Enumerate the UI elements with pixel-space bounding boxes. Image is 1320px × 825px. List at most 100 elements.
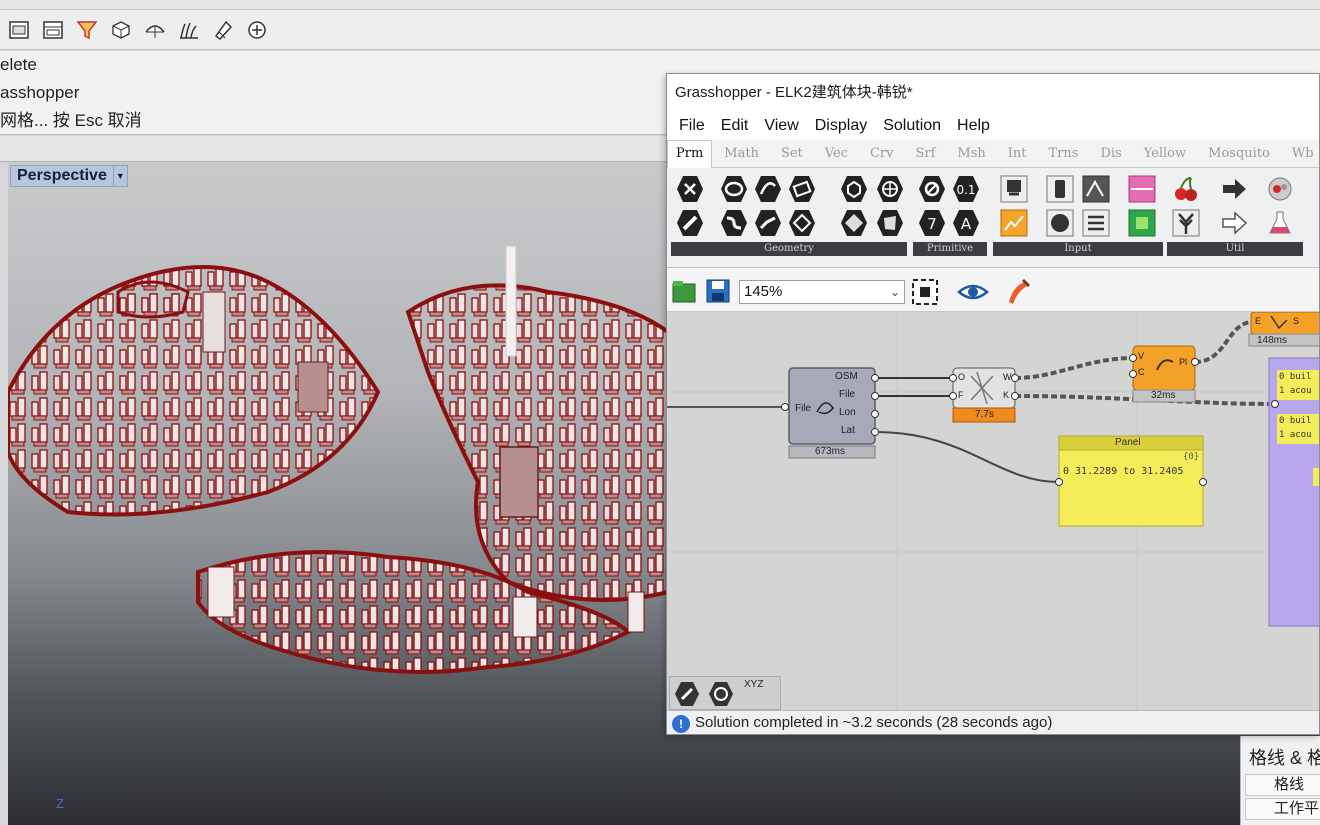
purple-row: 0 buil	[1279, 372, 1312, 382]
tab-prm[interactable]: Prm	[667, 139, 713, 168]
canvas-toolbar: 145% ⌄	[667, 270, 1319, 312]
viewport-label[interactable]: Perspective ▼	[10, 165, 128, 187]
tab-vec[interactable]: Vec	[813, 146, 858, 161]
boolean-param-icon[interactable]	[917, 174, 947, 204]
point-param-icon[interactable]	[675, 174, 705, 204]
render-icon[interactable]	[208, 15, 238, 45]
component-ribbon: 0.1 7 A Geometry Primitive Input Util	[667, 168, 1319, 268]
menu-edit[interactable]: Edit	[713, 117, 757, 135]
swatch-icon[interactable]	[1127, 208, 1157, 238]
menu-help[interactable]: Help	[949, 117, 998, 135]
zoom-extents-icon[interactable]	[911, 278, 939, 306]
loc-time: 7.7s	[975, 409, 994, 420]
top-label-e: E	[1255, 316, 1262, 326]
tab-srf[interactable]: Srf	[903, 146, 945, 161]
filter-icon[interactable]	[72, 15, 102, 45]
grasshopper-window: Grasshopper - ELK2建筑体块-韩锐* File Edit Vie…	[666, 73, 1320, 735]
layout-icon[interactable]	[4, 15, 34, 45]
zoom-select[interactable]: 145% ⌄	[739, 280, 905, 304]
chevron-down-icon[interactable]: ▼	[112, 166, 127, 186]
add-icon[interactable]	[242, 15, 272, 45]
text-param-icon[interactable]: A	[951, 208, 981, 238]
cplane-item[interactable]: 工作平	[1245, 798, 1320, 820]
box-param-icon[interactable]	[839, 174, 869, 204]
circle-param-icon[interactable]	[719, 174, 749, 204]
menu-solution[interactable]: Solution	[875, 117, 949, 135]
menu-view[interactable]: View	[756, 117, 806, 135]
ribbon-group-primitive[interactable]: Primitive	[913, 242, 987, 256]
integer-param-icon[interactable]: 7	[917, 208, 947, 238]
menu-display[interactable]: Display	[807, 117, 875, 135]
grid-item[interactable]: 格线	[1245, 774, 1320, 796]
ribbon-group-geometry[interactable]: Geometry	[671, 242, 907, 256]
tab-crv[interactable]: Crv	[858, 146, 904, 161]
graph-mapper-icon[interactable]	[999, 208, 1029, 238]
rhino-window: elete asshopper 网格... 按 Esc 取消 Perspecti…	[0, 0, 1320, 825]
grass-icon[interactable]	[174, 15, 204, 45]
mesh-param-icon[interactable]	[875, 174, 905, 204]
cluster-icon[interactable]	[1265, 174, 1295, 204]
tab-int[interactable]: Int	[996, 146, 1037, 161]
slider-icon[interactable]	[999, 174, 1029, 204]
cherry-icon[interactable]	[1171, 174, 1201, 204]
number-param-icon[interactable]: 0.1	[951, 174, 981, 204]
xyz-icon[interactable]: XYZ	[744, 679, 763, 690]
mesh-icon[interactable]	[708, 681, 734, 707]
info-icon: !	[672, 715, 690, 733]
paint-icon[interactable]	[1005, 278, 1031, 306]
build-input-v: V	[1138, 351, 1145, 361]
grasshopper-canvas[interactable]: File OSM File Lon Lat 673ms O F W K 7.7s…	[667, 312, 1319, 710]
tab-math[interactable]: Math	[712, 146, 769, 161]
toggle-icon[interactable]	[1045, 174, 1075, 204]
field-param-icon[interactable]	[875, 208, 905, 238]
eye-icon[interactable]	[957, 280, 989, 304]
tab-trns[interactable]: Trns	[1037, 146, 1089, 161]
window-icon[interactable]	[38, 15, 68, 45]
brep-icon[interactable]	[674, 681, 700, 707]
loc-input-f: F	[958, 390, 964, 400]
osm-input-file: File	[795, 403, 812, 414]
build-time: 32ms	[1151, 390, 1176, 401]
svg-text:A: A	[961, 215, 972, 233]
status-bar: ! Solution completed in ~3.2 seconds (28…	[667, 710, 1319, 734]
panel-title: Panel	[1115, 437, 1141, 448]
viewport-title: Perspective	[17, 167, 107, 184]
ribbon-group-util[interactable]: Util	[1167, 242, 1303, 256]
data-dam-icon[interactable]	[1219, 208, 1249, 238]
brep-param-icon[interactable]	[787, 208, 817, 238]
tab-yellow[interactable]: Yellow	[1132, 146, 1196, 161]
tab-msh[interactable]: Msh	[945, 146, 995, 161]
tree-icon[interactable]	[1171, 208, 1201, 238]
tab-mosquito[interactable]: Mosquito	[1196, 146, 1280, 161]
curve-param-icon[interactable]	[719, 208, 749, 238]
surface-param-icon[interactable]	[753, 208, 783, 238]
gradient-icon[interactable]	[1127, 174, 1157, 204]
surface-icon[interactable]	[140, 15, 170, 45]
svg-text:7: 7	[927, 215, 937, 233]
tab-set[interactable]: Set	[769, 146, 813, 161]
mesh-icon[interactable]	[106, 15, 136, 45]
plane-param-icon[interactable]	[787, 174, 817, 204]
build-output-pl: Pl	[1179, 357, 1188, 367]
line-param-icon[interactable]	[675, 208, 705, 238]
geometry-param-icon[interactable]	[839, 208, 869, 238]
open-icon[interactable]	[671, 278, 697, 304]
canvas-graph	[667, 312, 1319, 710]
ribbon-group-input[interactable]: Input	[993, 242, 1163, 256]
flask-icon[interactable]	[1265, 208, 1295, 238]
component-tabs: Prm Math Set Vec Crv Srf Msh Int Trns Di…	[667, 139, 1319, 168]
save-icon[interactable]	[705, 278, 731, 304]
osm-time: 673ms	[815, 446, 846, 457]
value-list-icon[interactable]	[1081, 208, 1111, 238]
relay-icon[interactable]	[1219, 174, 1249, 204]
image-sampler-icon[interactable]	[1081, 174, 1111, 204]
menu-file[interactable]: File	[671, 117, 713, 135]
arc-param-icon[interactable]	[753, 174, 783, 204]
button-icon[interactable]	[1045, 208, 1075, 238]
tab-dis[interactable]: Dis	[1088, 146, 1131, 161]
purple-row: 0 buil	[1279, 416, 1312, 426]
build-input-c: C	[1138, 367, 1145, 377]
top-time: 148ms	[1257, 335, 1288, 346]
chevron-down-icon[interactable]: ⌄	[890, 281, 900, 303]
tab-wb[interactable]: Wb	[1280, 146, 1319, 161]
